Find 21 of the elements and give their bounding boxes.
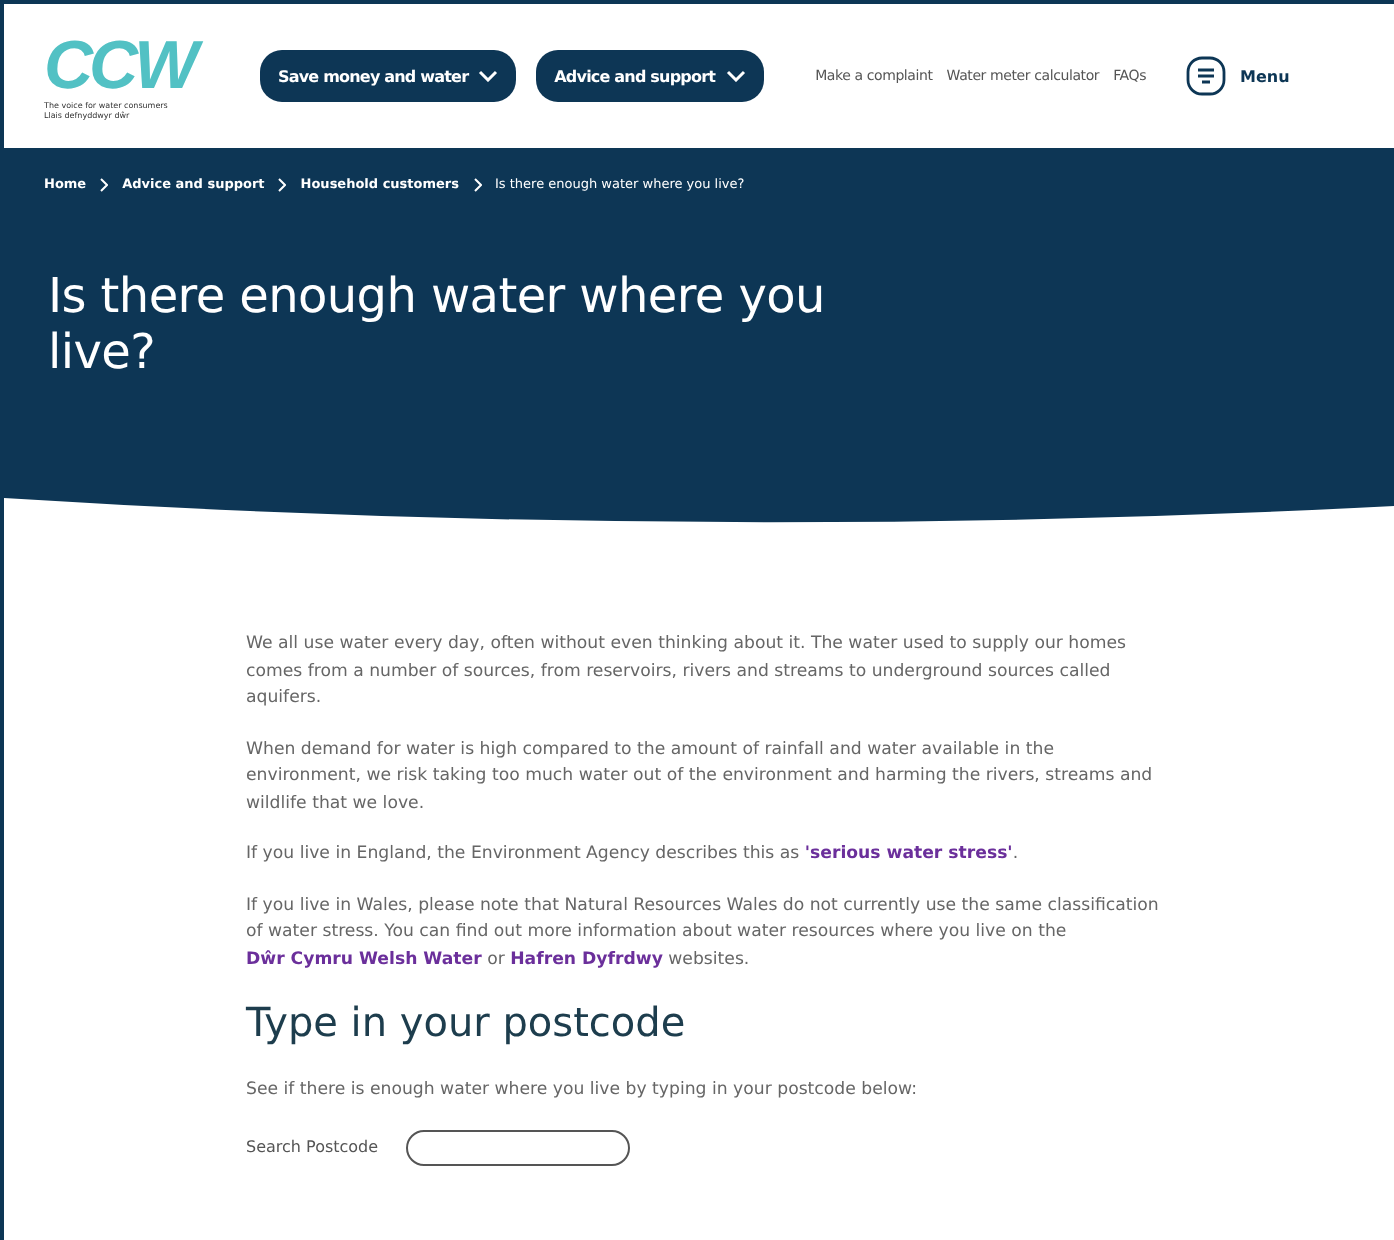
body-paragraph: If you live in England, the Environment Agency describes this as 'serious water stress'. [246, 842, 1021, 868]
postcode-input[interactable] [406, 1129, 631, 1165]
field-label: Search Postcode [246, 1138, 379, 1156]
body-paragraph: If you live in Wales, please note that Natural Resources Wales do not currently use the same classification of water stress. You can find out more information about water resources where you live on the Dŵr Cymru Welsh Water or Hafren Dyfrdwy websites. [246, 893, 1161, 973]
menu-button[interactable]: Menu [1186, 56, 1290, 96]
body-paragraph: When demand for water is high compared to the amount of rainfall and water available in the environment, we risk taking too much water out of the environment and harming the rivers, streams and wildlife that we love. [246, 737, 1155, 817]
chevron-right-icon [278, 177, 287, 191]
text-link[interactable]: Hafren Dyfrdwy [510, 949, 663, 969]
nav-dropdown-button[interactable]: Save money and water [260, 50, 517, 102]
menu-icon [1186, 56, 1227, 96]
page-title: Is there enough water where you live? [48, 268, 827, 380]
section-heading: Type in your postcode [246, 998, 688, 1046]
chevron-right-icon [473, 177, 482, 191]
chevron-right-icon [100, 177, 109, 191]
nav-dropdown-button[interactable]: Advice and support [536, 50, 764, 102]
body-paragraph: We all use water every day, often without even thinking about it. The water used to supply our homes comes from a number of sources, from reservoirs, rivers and streams to underground sources called aquifers. [246, 632, 1129, 712]
chevron-down-icon [725, 70, 746, 82]
chevron-down-icon [478, 70, 499, 82]
text-link[interactable]: 'serious water stress' [804, 844, 1013, 864]
text-link[interactable]: Dŵr Cymru Welsh Water [246, 949, 482, 969]
postcode-intro: See if there is enough water where you live by typing in your postcode below: [246, 1078, 919, 1104]
